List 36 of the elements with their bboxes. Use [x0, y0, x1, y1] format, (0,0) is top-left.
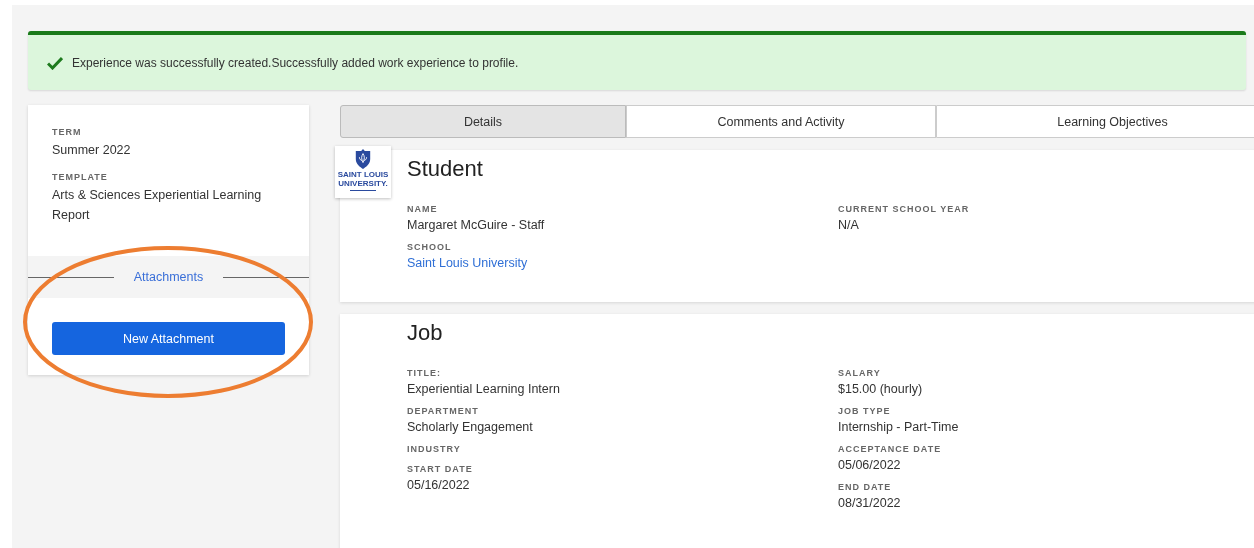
alert-message: Experience was successfully created.Successfully added work experience to profile. — [72, 55, 519, 70]
field-value: Summer 2022 — [52, 142, 132, 159]
school-link[interactable]: Saint Louis University — [407, 256, 838, 270]
tab[interactable]: Comments and Activity — [626, 105, 936, 138]
field-label: START DATE — [407, 464, 474, 474]
field-value: Internship - Part-Time — [838, 420, 960, 434]
section-heading: Attachments — [132, 270, 205, 284]
field-value: Experiential Learning Intern — [407, 382, 561, 396]
field-value: 05/06/2022 — [838, 458, 902, 472]
field-label: TERM — [52, 127, 83, 137]
field-value: 08/31/2022 — [838, 496, 902, 510]
field-label: JOB TYPE — [838, 406, 892, 416]
new-attachment-button[interactable]: New Attachment — [52, 322, 285, 355]
field-label: SCHOOL — [407, 242, 453, 252]
field-value: N/A — [838, 218, 860, 232]
field-label: ACCEPTANCE DATE — [838, 444, 943, 454]
field-label: CURRENT SCHOOL YEAR — [838, 204, 971, 214]
field-label: INDUSTRY — [407, 444, 462, 454]
field-value: $15.00 (hourly) — [838, 382, 924, 396]
field-value: Margaret McGuire - Staff — [407, 218, 546, 232]
section-title: Student — [407, 156, 484, 182]
logo-text: SAINT LOUIS — [337, 170, 389, 179]
tab[interactable]: Details — [340, 105, 626, 138]
tab[interactable]: Learning Objectives — [936, 105, 1254, 138]
field-label: DEPARTMENT — [407, 406, 480, 416]
logo-text: UNIVERSITY. — [338, 179, 388, 188]
field-label: TITLE: — [407, 368, 442, 378]
field-label: END DATE — [838, 482, 893, 492]
field-label: SALARY — [838, 368, 882, 378]
field-label: NAME — [407, 204, 439, 214]
checkmark-icon — [47, 55, 63, 70]
section-title: Job — [407, 320, 444, 346]
field-value: Scholarly Engagement — [407, 420, 534, 434]
field-value: 05/16/2022 — [407, 478, 471, 492]
field-value: Arts & Sciences Experiential Learning Report — [52, 187, 263, 224]
field-label: TEMPLATE — [52, 172, 109, 182]
